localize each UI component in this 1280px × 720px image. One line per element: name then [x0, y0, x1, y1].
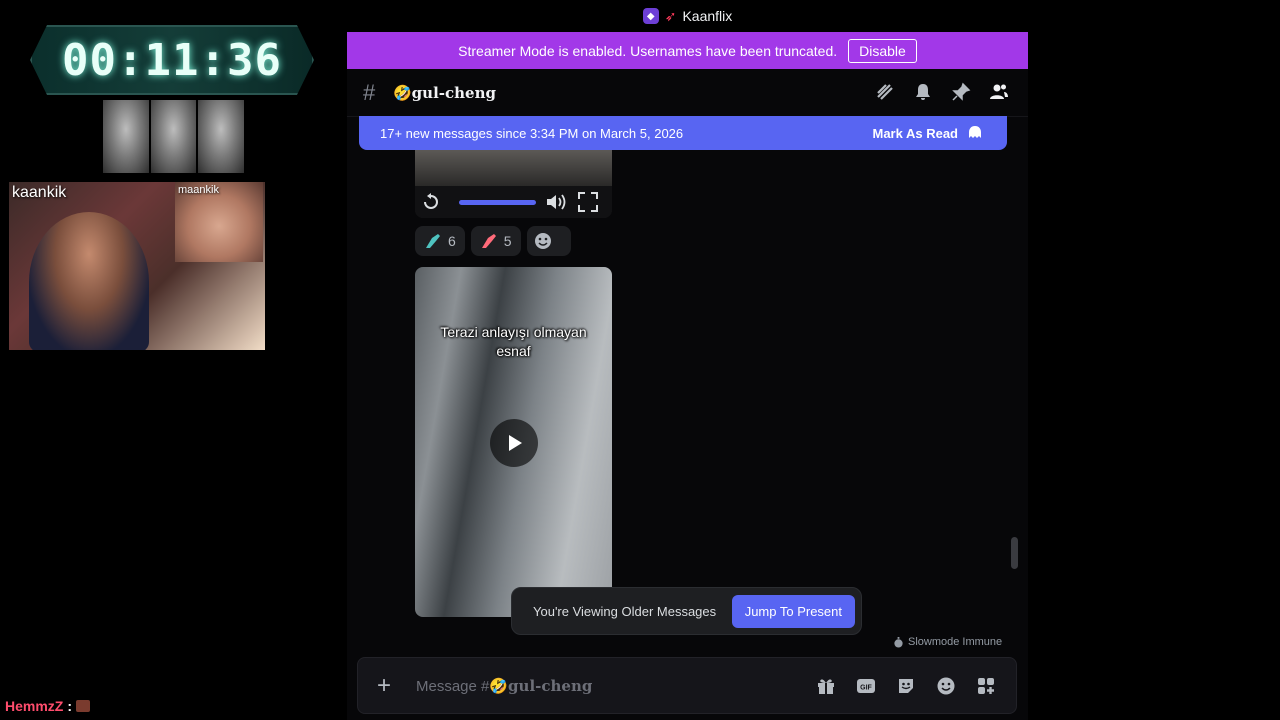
chat-message: HemmzZ : [5, 698, 91, 714]
face-image [150, 100, 197, 173]
streamer-banner-text: Streamer Mode is enabled. Usernames have… [458, 42, 838, 59]
volume-slider[interactable] [459, 200, 536, 205]
channel-name: 🤣gul-cheng [393, 83, 496, 102]
streamer-figure [29, 212, 149, 350]
server-title: Kaanflix [682, 8, 733, 24]
face-image [103, 100, 149, 173]
header-toolbar [874, 81, 1010, 103]
gif-icon[interactable]: GIF [854, 674, 878, 698]
caption-line: esnaf [496, 343, 531, 359]
rocket-icon: ➶ [664, 7, 677, 24]
replay-icon[interactable] [421, 192, 441, 212]
message-composer[interactable]: + Message #🤣gul-cheng GIF [357, 657, 1017, 714]
jump-to-present-button[interactable]: Jump To Present [731, 594, 855, 628]
video-controls [415, 186, 612, 218]
fullscreen-icon[interactable] [577, 191, 599, 213]
members-icon[interactable] [988, 81, 1010, 103]
webcam-label: kaankik [12, 184, 67, 201]
disable-button[interactable]: Disable [848, 38, 917, 63]
face-strip [103, 100, 245, 173]
smiley-icon [534, 233, 551, 249]
bell-icon[interactable] [912, 81, 934, 103]
gift-icon[interactable] [814, 674, 838, 698]
slowmode-indicator: Slowmode Immune [893, 636, 1002, 648]
chat-separator: : [67, 698, 73, 714]
channel-header: # 🤣gul-cheng [347, 69, 1028, 117]
older-messages-toast: You're Viewing Older Messages Jump To Pr… [511, 587, 862, 635]
reaction-count: 6 [448, 233, 456, 249]
mark-read-icon [969, 126, 981, 138]
message-input[interactable]: Message #🤣gul-cheng [416, 677, 592, 695]
play-icon [509, 435, 522, 451]
reactions-row: 6 5 [415, 226, 571, 256]
chat-emote-icon [76, 700, 91, 712]
add-reaction-button[interactable] [526, 226, 571, 256]
reaction-count: 5 [503, 233, 512, 249]
window-title: ◆ ➶ Kaanflix [347, 0, 1028, 32]
older-messages-text: You're Viewing Older Messages [533, 603, 717, 619]
stream-timer: 00:11:36 [30, 25, 314, 95]
placeholder-channel: 🤣gul-cheng [489, 676, 593, 695]
chat-username: HemmzZ [5, 698, 64, 714]
pin-icon[interactable] [950, 81, 972, 103]
volume-icon[interactable] [545, 192, 567, 212]
apps-icon[interactable] [974, 674, 998, 698]
svg-text:GIF: GIF [860, 684, 872, 691]
face-image [198, 100, 245, 173]
webcam2-feed: maankik [175, 182, 263, 262]
emoji-icon[interactable] [934, 674, 958, 698]
mark-as-read-label: Mark As Read [872, 125, 959, 141]
red-hand-icon [481, 234, 496, 248]
scrollbar-thumb[interactable] [1011, 537, 1018, 569]
video-player[interactable] [415, 150, 612, 218]
video-frame [415, 150, 612, 186]
slowmode-text: Slowmode Immune [908, 636, 1003, 648]
reaction-chip[interactable]: 6 [415, 226, 465, 256]
video-thumbnail[interactable]: Terazi anlayışı olmayan esnaf [415, 267, 612, 617]
play-button[interactable] [490, 419, 538, 467]
composer-toolbar: GIF [814, 674, 998, 698]
add-attachment-button[interactable]: + [372, 672, 396, 700]
reaction-chip[interactable]: 5 [470, 226, 521, 256]
threads-icon[interactable] [874, 81, 896, 103]
teal-hand-icon [426, 234, 440, 248]
new-messages-text: 17+ new messages since 3:34 PM on March … [380, 125, 684, 141]
video-caption: Terazi anlayışı olmayan esnaf [415, 323, 612, 361]
mark-as-read-button[interactable]: Mark As Read [873, 125, 984, 141]
webcam2-label: maankik [178, 184, 219, 196]
new-messages-bar[interactable]: 17+ new messages since 3:34 PM on March … [359, 116, 1007, 150]
stopwatch-icon [894, 636, 903, 648]
channel-hash-icon: # [363, 79, 376, 105]
streamer-mode-banner: Streamer Mode is enabled. Usernames have… [347, 32, 1028, 69]
caption-line: Terazi anlayışı olmayan [440, 324, 587, 340]
placeholder-prefix: Message # [416, 677, 490, 695]
server-icon: ◆ [642, 8, 659, 24]
timer-text: 00:11:36 [62, 34, 282, 86]
sticker-icon[interactable] [894, 674, 918, 698]
